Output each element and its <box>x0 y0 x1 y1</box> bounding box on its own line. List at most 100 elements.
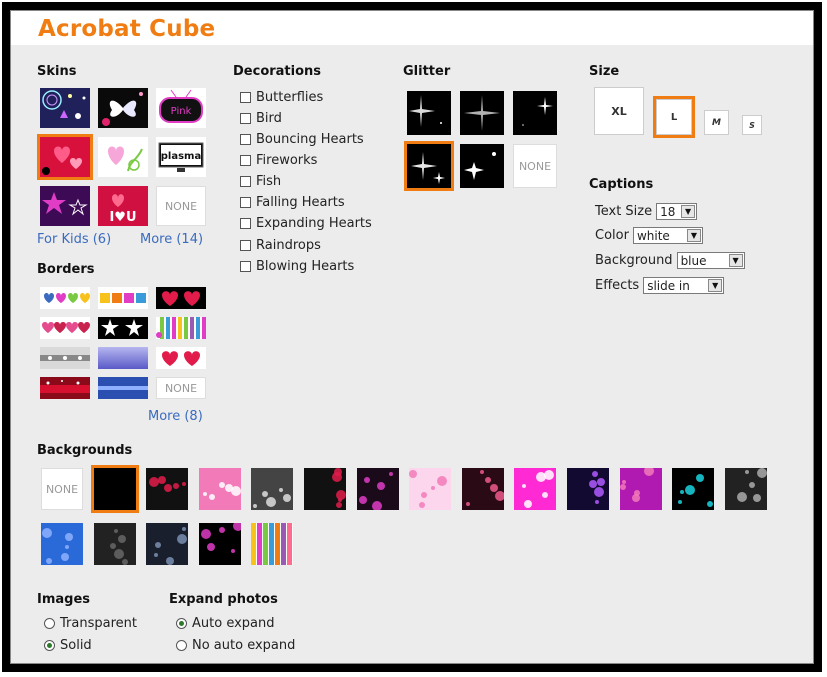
glitter-option-5[interactable] <box>460 144 504 188</box>
checkbox-icon[interactable] <box>240 155 251 166</box>
no-auto-expand-radio[interactable]: No auto expand <box>176 638 295 653</box>
images-transparent-radio[interactable]: Transparent <box>44 616 137 631</box>
decoration-raindrops[interactable]: Raindrops <box>240 238 321 253</box>
decoration-butterflies[interactable]: Butterflies <box>240 90 323 105</box>
border-blue-stripe[interactable] <box>98 377 148 399</box>
bg-blue-brush[interactable] <box>41 523 83 565</box>
color-row: Color white ▼ <box>595 227 703 244</box>
checkbox-icon[interactable] <box>240 240 251 251</box>
decoration-bouncing-hearts[interactable]: Bouncing Hearts <box>240 132 364 147</box>
bg-purple-glow[interactable] <box>567 468 609 510</box>
decoration-fireworks[interactable]: Fireworks <box>240 153 317 168</box>
window-frame: Acrobat Cube Skins Pink plasma I♥U NONE … <box>2 2 822 672</box>
bg-pink-swirls[interactable] <box>356 468 399 510</box>
radio-icon[interactable] <box>44 618 55 629</box>
skins-more-link[interactable]: More (14) <box>140 232 203 247</box>
glitter-option-3[interactable] <box>513 91 557 135</box>
bg-rainbow-stripes[interactable] <box>251 523 294 565</box>
bg-pink-skull[interactable] <box>619 468 662 510</box>
skin-none[interactable]: NONE <box>156 186 206 226</box>
checkbox-icon[interactable] <box>240 113 251 124</box>
glitter-option-1[interactable] <box>407 91 451 135</box>
bg-pink-sparkle[interactable] <box>409 468 452 510</box>
border-red-hearts[interactable] <box>156 287 206 309</box>
bg-butterfly-pink[interactable] <box>198 523 241 565</box>
skin-i-love-u[interactable]: I♥U <box>98 186 148 226</box>
decoration-expanding-hearts[interactable]: Expanding Hearts <box>240 216 372 231</box>
bg-dots[interactable] <box>146 468 189 510</box>
border-rainbow-hearts[interactable] <box>40 287 90 309</box>
checkbox-icon[interactable] <box>240 261 251 272</box>
for-kids-link[interactable]: For Kids (6) <box>37 232 111 247</box>
expand-photos-header: Expand photos <box>169 592 278 607</box>
skin-stars[interactable] <box>40 186 90 226</box>
svg-text:plasma: plasma <box>161 151 201 162</box>
background-label: Background <box>595 253 673 268</box>
bg-grey-sparkle[interactable] <box>724 468 767 510</box>
border-red-hearts-white[interactable] <box>156 347 206 369</box>
skin-butterfly[interactable] <box>98 88 148 128</box>
size-l-button[interactable]: L <box>653 96 695 138</box>
bg-solid-black[interactable] <box>90 465 139 513</box>
decoration-bird[interactable]: Bird <box>240 111 282 126</box>
bg-flowers[interactable] <box>461 468 504 510</box>
border-color-blocks[interactable] <box>98 287 148 309</box>
size-m-button[interactable]: M <box>704 110 729 135</box>
effects-select[interactable]: slide in ▼ <box>643 277 725 294</box>
bg-dark-leaves[interactable] <box>146 523 189 565</box>
effects-label: Effects <box>595 278 640 293</box>
bg-none[interactable]: NONE <box>41 468 83 510</box>
page-title: Acrobat Cube <box>38 16 216 42</box>
skin-hearts[interactable] <box>37 134 93 180</box>
background-select[interactable]: blue ▼ <box>676 252 745 269</box>
images-solid-radio[interactable]: Solid <box>44 638 92 653</box>
bg-cyan-heart[interactable] <box>672 468 715 510</box>
checkbox-icon[interactable] <box>240 92 251 103</box>
skin-sparkle[interactable] <box>40 88 90 128</box>
decoration-falling-hearts[interactable]: Falling Hearts <box>240 195 345 210</box>
bg-red-stars[interactable] <box>304 468 346 510</box>
skin-plasma-tv[interactable]: plasma <box>156 137 206 177</box>
borders-more-link[interactable]: More (8) <box>148 409 203 424</box>
text-size-label: Text Size <box>595 204 653 219</box>
effects-row: Effects slide in ▼ <box>595 277 725 294</box>
bg-pink-heart[interactable] <box>198 468 241 510</box>
glitter-option-4[interactable] <box>404 141 454 191</box>
border-pink-hearts[interactable] <box>40 317 90 339</box>
glitter-none[interactable]: NONE <box>513 144 557 188</box>
size-xl-button[interactable]: XL <box>594 87 644 135</box>
border-stripes[interactable] <box>156 317 206 339</box>
background-row: Background blue ▼ <box>595 252 745 269</box>
chevron-down-icon[interactable]: ▼ <box>681 205 696 218</box>
chevron-down-icon[interactable]: ▼ <box>686 229 701 242</box>
border-purple-gradient[interactable] <box>98 347 148 369</box>
svg-text:Pink: Pink <box>171 106 192 117</box>
bg-dark-text[interactable] <box>93 523 136 565</box>
checkbox-icon[interactable] <box>240 197 251 208</box>
bg-magenta-butterflies[interactable] <box>514 468 557 510</box>
skin-swirl-heart[interactable] <box>98 137 148 177</box>
checkbox-icon[interactable] <box>240 218 251 229</box>
decoration-fish[interactable]: Fish <box>240 174 281 189</box>
skin-pink-tv[interactable]: Pink <box>156 88 206 128</box>
auto-expand-radio[interactable]: Auto expand <box>176 616 275 631</box>
backgrounds-header: Backgrounds <box>37 443 133 458</box>
radio-selected-icon[interactable] <box>44 640 55 651</box>
radio-selected-icon[interactable] <box>176 618 187 629</box>
border-red-sparkle[interactable] <box>40 377 90 399</box>
border-white-stars[interactable] <box>98 317 148 339</box>
checkbox-icon[interactable] <box>240 134 251 145</box>
chevron-down-icon[interactable]: ▼ <box>728 254 743 267</box>
radio-icon[interactable] <box>176 640 187 651</box>
chevron-down-icon[interactable]: ▼ <box>708 279 723 292</box>
border-silver[interactable] <box>40 347 90 369</box>
size-s-button[interactable]: S <box>742 115 762 135</box>
color-select[interactable]: white ▼ <box>632 227 703 244</box>
glitter-option-2[interactable] <box>460 91 504 135</box>
border-none[interactable]: NONE <box>156 377 206 399</box>
text-size-select[interactable]: 18 ▼ <box>656 203 698 220</box>
decoration-blowing-hearts[interactable]: Blowing Hearts <box>240 259 354 274</box>
bg-flower[interactable] <box>251 468 294 510</box>
title-bar: Acrobat Cube <box>11 11 813 45</box>
checkbox-icon[interactable] <box>240 176 251 187</box>
